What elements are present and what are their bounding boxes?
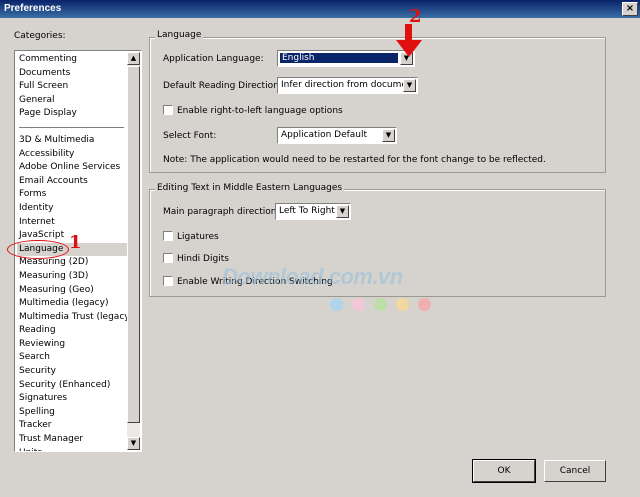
category-item[interactable]: Units bbox=[17, 447, 128, 451]
category-item[interactable]: Signatures bbox=[17, 392, 128, 406]
font-note: Note: The application would need to be r… bbox=[163, 155, 546, 165]
main-direction-label: Main paragraph direction: bbox=[163, 207, 280, 217]
category-item[interactable]: Multimedia (legacy) bbox=[17, 297, 128, 311]
hindi-digits-checkbox[interactable] bbox=[163, 253, 173, 263]
category-item[interactable]: Page Display bbox=[17, 107, 128, 121]
arrow-down-icon bbox=[396, 24, 422, 57]
category-item[interactable]: Multimedia Trust (legacy) bbox=[17, 311, 133, 325]
watermark-dot bbox=[396, 298, 409, 311]
ligatures-checkbox[interactable] bbox=[163, 231, 173, 241]
category-item[interactable]: Measuring (3D) bbox=[17, 270, 128, 284]
watermark-dot bbox=[418, 298, 431, 311]
window-title: Preferences bbox=[4, 3, 62, 14]
watermark-text: Download.com.vn bbox=[222, 264, 403, 289]
step-1-marker: 1 bbox=[69, 232, 82, 253]
chevron-down-icon: ▼ bbox=[130, 439, 137, 447]
chevron-up-icon: ▲ bbox=[130, 54, 137, 62]
main-direction-select[interactable]: Left To Right ▼ bbox=[275, 203, 351, 220]
category-item[interactable]: Security (Enhanced) bbox=[17, 379, 128, 393]
category-item[interactable]: Commenting bbox=[17, 53, 128, 67]
app-language-label: Application Language: bbox=[163, 54, 264, 64]
hindi-digits-label: Hindi Digits bbox=[177, 254, 229, 264]
category-item[interactable]: Identity bbox=[17, 202, 128, 216]
category-item[interactable]: Measuring (Geo) bbox=[17, 284, 128, 298]
app-language-value: English bbox=[280, 53, 398, 63]
category-item[interactable]: General bbox=[17, 94, 128, 108]
category-item[interactable]: Trust Manager bbox=[17, 433, 128, 447]
main-direction-value: Left To Right bbox=[279, 206, 335, 216]
category-item[interactable]: Forms bbox=[17, 188, 128, 202]
middle-eastern-group-title: Editing Text in Middle Eastern Languages bbox=[155, 183, 345, 193]
close-icon: × bbox=[625, 3, 635, 14]
ligatures-label: Ligatures bbox=[177, 232, 219, 242]
categories-label: Categories: bbox=[14, 31, 66, 41]
scroll-thumb[interactable] bbox=[127, 66, 140, 423]
title-bar: Preferences × bbox=[0, 0, 640, 18]
category-item[interactable]: Search bbox=[17, 351, 128, 365]
rtl-label: Enable right-to-left language options bbox=[177, 106, 343, 116]
reading-direction-value: Infer direction from document bbox=[281, 80, 417, 90]
ok-button[interactable]: OK bbox=[472, 459, 536, 483]
category-item[interactable]: Spelling bbox=[17, 406, 128, 420]
cancel-button[interactable]: Cancel bbox=[544, 460, 606, 482]
scroll-up-button[interactable]: ▲ bbox=[127, 52, 140, 65]
select-font-label: Select Font: bbox=[163, 131, 217, 141]
category-item[interactable]: Full Screen bbox=[17, 80, 128, 94]
reading-direction-select[interactable]: Infer direction from document ▼ bbox=[277, 77, 418, 94]
highlight-circle bbox=[7, 240, 69, 259]
select-font-value: Application Default bbox=[281, 130, 368, 140]
category-item[interactable]: Reading bbox=[17, 324, 128, 338]
watermark-dot bbox=[330, 298, 343, 311]
dropdown-arrow-icon: ▼ bbox=[382, 129, 395, 142]
categories-scrollbar[interactable]: ▲ ▼ bbox=[127, 52, 140, 450]
category-item[interactable]: Email Accounts bbox=[17, 175, 128, 189]
category-item[interactable]: Internet bbox=[17, 216, 128, 230]
close-button[interactable]: × bbox=[622, 2, 638, 16]
category-item[interactable]: Security bbox=[17, 365, 128, 379]
category-item[interactable]: Adobe Online Services bbox=[17, 161, 128, 175]
category-item[interactable]: Reviewing bbox=[17, 338, 128, 352]
watermark-dot bbox=[374, 298, 387, 311]
dropdown-arrow-icon: ▼ bbox=[336, 205, 349, 218]
select-font-select[interactable]: Application Default ▼ bbox=[277, 127, 397, 144]
writing-switch-checkbox[interactable] bbox=[163, 276, 173, 286]
category-item[interactable]: Accessibility bbox=[17, 148, 128, 162]
rtl-checkbox[interactable] bbox=[163, 105, 173, 115]
watermark-dot bbox=[352, 298, 365, 311]
scroll-down-button[interactable]: ▼ bbox=[127, 437, 140, 450]
category-item[interactable]: Documents bbox=[17, 67, 128, 81]
language-group-title: Language bbox=[155, 30, 204, 40]
category-item[interactable]: Tracker bbox=[17, 419, 128, 433]
category-divider bbox=[19, 126, 124, 128]
reading-direction-label: Default Reading Direction: bbox=[163, 81, 282, 91]
category-item[interactable]: 3D & Multimedia bbox=[17, 134, 128, 148]
dropdown-arrow-icon: ▼ bbox=[403, 79, 416, 92]
